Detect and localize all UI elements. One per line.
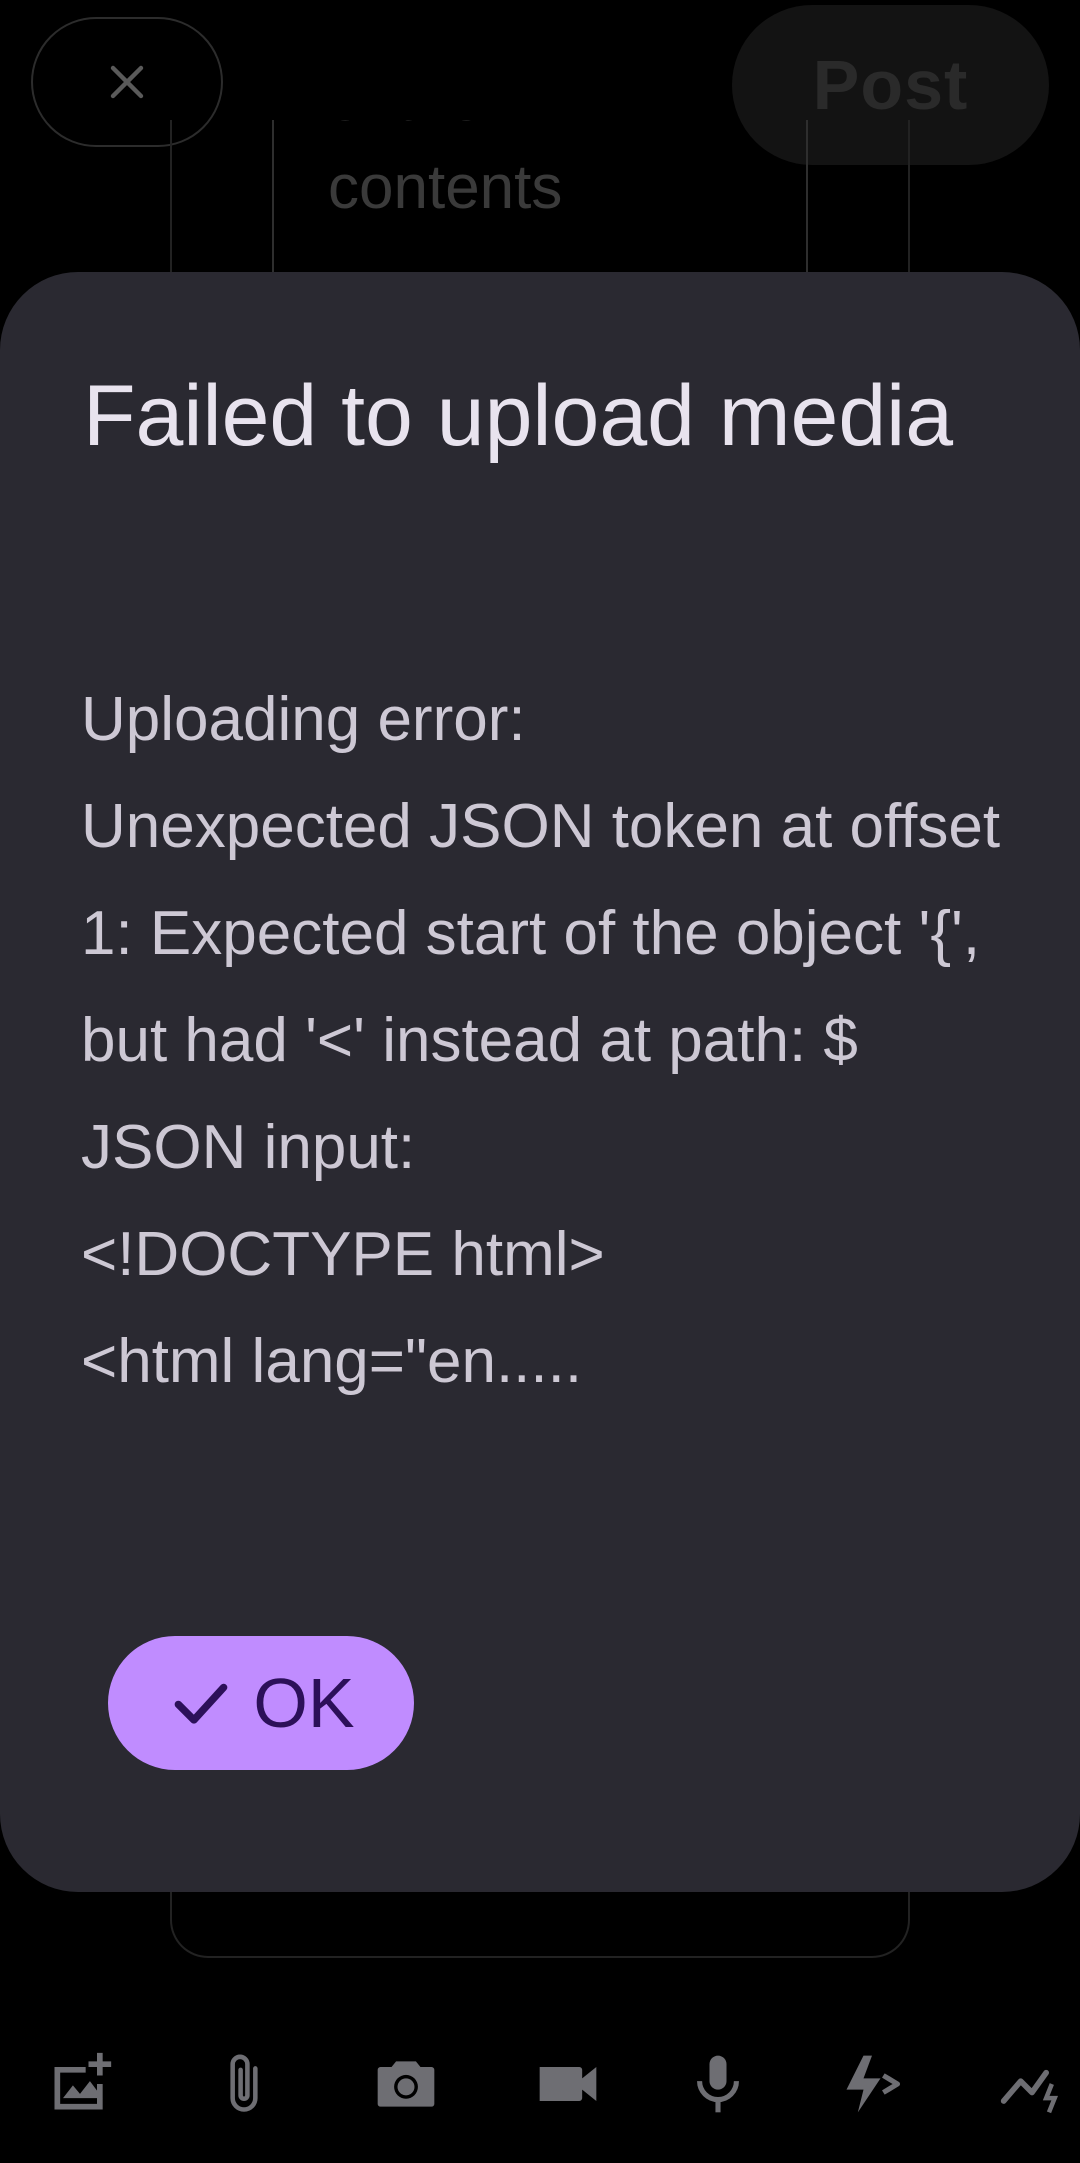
camera-icon	[377, 2061, 435, 2107]
add-image-icon	[54, 2052, 112, 2110]
close-icon	[110, 65, 144, 99]
post-button-label: Post	[812, 46, 969, 124]
ok-button[interactable]: OK	[108, 1636, 414, 1770]
upload-error-dialog: Failed to upload media Uploading error: …	[0, 272, 1080, 1892]
dialog-message: Uploading error: Unexpected JSON token a…	[81, 685, 1001, 1396]
trend-button[interactable]	[996, 2048, 1068, 2120]
quick-action-icon	[846, 2055, 901, 2113]
compose-screen: Post of the contents	[0, 0, 1080, 2163]
attachment-icon	[230, 2054, 258, 2112]
quoted-content-card: of the contents	[272, 120, 808, 280]
microphone-icon	[697, 2055, 739, 2113]
camera-button[interactable]	[370, 2048, 442, 2120]
check-icon	[175, 1683, 228, 1724]
video-icon	[539, 2067, 597, 2101]
ok-button-label: OK	[253, 1664, 355, 1742]
trend-icon	[1000, 2069, 1059, 2114]
content-preview-text: of the contents	[328, 120, 563, 222]
quick-action-button[interactable]	[836, 2048, 908, 2120]
video-button[interactable]	[532, 2048, 604, 2120]
attachment-button[interactable]	[208, 2048, 280, 2120]
microphone-button[interactable]	[682, 2048, 754, 2120]
add-image-button[interactable]	[44, 2048, 116, 2120]
compose-toolbar	[0, 2030, 1080, 2130]
dialog-title: Failed to upload media	[83, 368, 954, 464]
